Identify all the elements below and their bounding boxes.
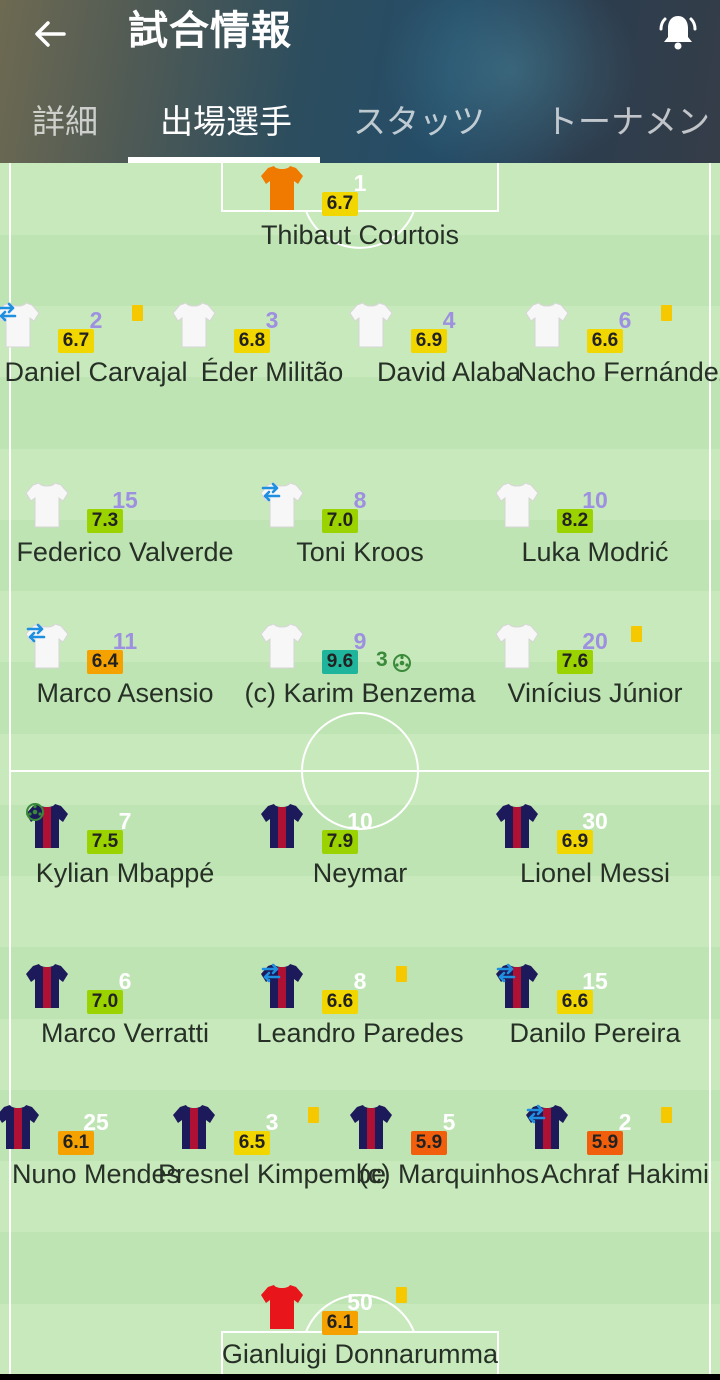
rating-badge: 7.3 (87, 509, 123, 533)
player-name: Vinícius Júnior (507, 678, 683, 708)
jersey-icon (261, 804, 303, 848)
jersey-icon (350, 1105, 392, 1149)
player-danilo[interactable]: 15 6.6 Danilo Pereira (495, 962, 695, 1092)
jersey-icon (495, 623, 539, 669)
soccer-ball-icon (26, 803, 44, 821)
player-valverde[interactable]: 15 7.3 Federico Valverde (16, 481, 234, 611)
player-name: Marco Asensio (36, 678, 214, 708)
yellow-card-icon (396, 966, 407, 982)
jersey-icon (495, 482, 539, 528)
rating-badge: 6.4 (87, 650, 123, 674)
rating-badge: 6.7 (322, 192, 358, 216)
goal-count: 3 (376, 648, 388, 671)
yellow-card-icon (132, 305, 143, 321)
player-hakimi[interactable]: 2 5.9 Achraf Hakimi (525, 1103, 720, 1233)
jersey-icon (260, 623, 304, 669)
substitution-icon (0, 302, 17, 322)
player-mbappe[interactable]: 7 7.5 Kylian Mbappé (25, 802, 225, 932)
tab-stats[interactable]: スタッツ (353, 96, 485, 148)
player-verratti[interactable]: 6 7.0 Marco Verratti (25, 962, 225, 1092)
player-name: Achraf Hakimi (540, 1159, 710, 1189)
jersey-icon (525, 302, 569, 348)
rating-badge: 7.6 (557, 650, 593, 674)
player-neymar[interactable]: 10 7.9 Neymar (260, 802, 460, 932)
rating-badge: 5.9 (587, 1131, 623, 1155)
player-paredes[interactable]: 8 6.6 Leandro Paredes (256, 962, 464, 1092)
yellow-card-icon (308, 1107, 319, 1123)
substitution-icon (261, 963, 281, 983)
substitution-icon (526, 1104, 546, 1124)
player-name: Toni Kroos (296, 537, 424, 567)
rating-badge: 6.9 (411, 329, 447, 353)
player-donnarumma[interactable]: 50 6.1 Gianluigi Donnarumma (222, 1283, 498, 1374)
player-nacho[interactable]: 6 6.6 Nacho Fernández (518, 301, 720, 431)
substitution-icon (496, 963, 516, 983)
rating-badge: 6.1 (322, 1311, 358, 1335)
jersey-icon (261, 166, 303, 210)
player-name: Danilo Pereira (509, 1018, 681, 1048)
rating-badge: 7.0 (322, 509, 358, 533)
player-name: Leandro Paredes (256, 1018, 464, 1048)
substitution-icon (26, 623, 46, 643)
rating-badge: 7.0 (87, 990, 123, 1014)
player-name: Thibaut Courtois (260, 220, 460, 250)
jersey-icon (173, 1105, 215, 1149)
lineup-pitch: 1 6.7 Thibaut Courtois 2 6.7 Daniel Carv… (0, 163, 720, 1374)
jersey-icon (496, 804, 538, 848)
app-header: 試合情報 詳細 出場選手 スタッツ トーナメント (0, 0, 720, 163)
rating-badge: 6.1 (58, 1131, 94, 1155)
rating-badge: 6.6 (557, 990, 593, 1014)
player-name: Kylian Mbappé (35, 858, 215, 888)
jersey-icon (172, 302, 216, 348)
jersey-icon (0, 1105, 39, 1149)
player-name: Nacho Fernández (517, 357, 720, 387)
player-name: Neymar (312, 858, 408, 888)
substitution-icon (261, 482, 281, 502)
rating-badge: 8.2 (557, 509, 593, 533)
player-asensio[interactable]: 11 6.4 Marco Asensio (25, 622, 225, 752)
jersey-icon (25, 482, 69, 528)
rating-badge: 9.6 (322, 650, 358, 674)
rating-badge: 5.9 (411, 1131, 447, 1155)
rating-badge: 6.8 (234, 329, 270, 353)
yellow-card-icon (661, 305, 672, 321)
jersey-icon (349, 302, 393, 348)
rating-badge: 6.7 (58, 329, 94, 353)
rating-badge: 7.9 (322, 830, 358, 854)
player-name: (c) Karim Benzema (244, 678, 476, 708)
player-name: Federico Valverde (16, 537, 234, 567)
rating-badge: 7.5 (87, 830, 123, 854)
rating-badge: 6.9 (557, 830, 593, 854)
jersey-icon (261, 1285, 303, 1329)
jersey-icon (26, 964, 68, 1008)
page-title: 試合情報 (128, 8, 292, 54)
back-arrow-icon[interactable] (30, 14, 70, 54)
player-benzema[interactable]: 9 9.6 3 (c) Karim Benzema (244, 622, 476, 752)
rating-badge: 6.6 (322, 990, 358, 1014)
player-modric[interactable]: 10 8.2 Luka Modrić (495, 481, 695, 611)
notification-bell-icon[interactable] (656, 10, 700, 54)
player-vinicius[interactable]: 20 7.6 Vinícius Júnior (495, 622, 695, 752)
rating-badge: 6.6 (587, 329, 623, 353)
yellow-card-icon (631, 626, 642, 642)
tab-lineups[interactable]: 出場選手 (160, 96, 292, 148)
player-messi[interactable]: 30 6.9 Lionel Messi (495, 802, 695, 932)
player-courtois[interactable]: 1 6.7 Thibaut Courtois (260, 164, 460, 294)
player-name: Gianluigi Donnarumma (221, 1339, 499, 1369)
player-name: Luka Modrić (521, 537, 669, 567)
tab-tournament[interactable]: トーナメント (545, 96, 720, 148)
player-name: Marco Verratti (40, 1018, 210, 1048)
tab-details[interactable]: 詳細 (32, 96, 98, 148)
yellow-card-icon (661, 1107, 672, 1123)
soccer-ball-icon (393, 654, 411, 672)
yellow-card-icon (396, 1287, 407, 1303)
player-kroos[interactable]: 8 7.0 Toni Kroos (260, 481, 460, 611)
player-name: Lionel Messi (519, 858, 671, 888)
rating-badge: 6.5 (234, 1131, 270, 1155)
